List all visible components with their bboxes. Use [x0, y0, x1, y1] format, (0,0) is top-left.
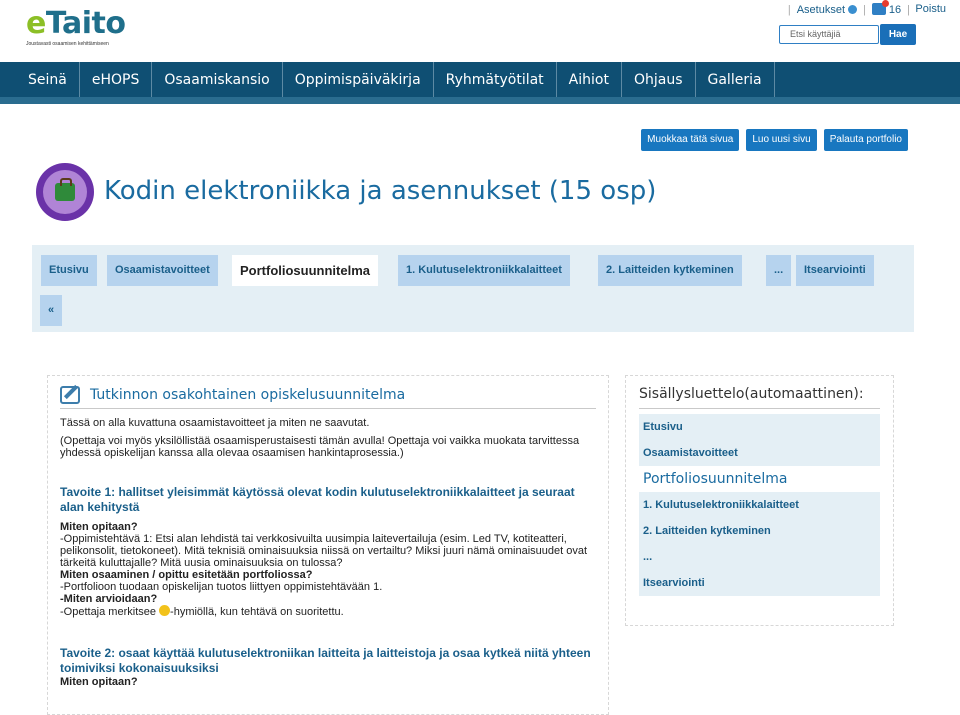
tab-more[interactable]: ...: [766, 255, 792, 286]
toc-item-laitteiden-kytkeminen[interactable]: 2. Laitteiden kytkeminen: [639, 518, 880, 544]
nav-item-galleria[interactable]: Galleria: [696, 62, 775, 97]
nav-item-ryhmatyotilat[interactable]: Ryhmätyötilat: [434, 62, 557, 97]
toc-item-more[interactable]: ...: [639, 544, 880, 570]
portfolio-presentation-heading: Miten osaaminen / opittu esitetään portf…: [60, 569, 313, 581]
nav-item-osaamiskansio[interactable]: Osaamiskansio: [152, 62, 283, 97]
new-page-button[interactable]: Luo uusi sivu: [746, 129, 817, 151]
toc-item-itsearviointi[interactable]: Itsearviointi: [639, 570, 880, 596]
top-header: eTaito Joustavasti osaamisen kehittämise…: [0, 0, 960, 62]
logo-letter-e: e: [26, 6, 46, 41]
portfolio-presentation-text: -Portfolioon tuodaan opiskelijan tuotos …: [60, 581, 383, 593]
learning-task-text: -Oppimistehtävä 1: Etsi alan lehdistä ta…: [60, 533, 588, 569]
submit-portfolio-button[interactable]: Palauta portfolio: [823, 129, 908, 151]
how-learned-heading-2: Miten opitaan?: [60, 676, 138, 688]
settings-link[interactable]: Asetukset: [797, 4, 858, 16]
nav-item-ohjaus[interactable]: Ohjaus: [622, 62, 696, 97]
goal-1-heading: Tavoite 1: hallitset yleisimmät käytössä…: [60, 485, 575, 514]
top-links: | Asetukset | 16 |: [782, 0, 916, 16]
toc-item-kulutuselektroniikkalaitteet[interactable]: 1. Kulutuselektroniikkalaitteet: [639, 492, 880, 518]
logo-tagline: Joustavasti osaamisen kehittämiseen: [26, 41, 109, 47]
table-of-contents: Sisällysluettelo(automaattinen): Etusivu…: [625, 375, 894, 626]
portfolio-bag-icon: [36, 163, 94, 221]
tabs-collapse-button[interactable]: «: [40, 295, 63, 326]
logo-word-taito: Taito: [45, 6, 126, 41]
messages-link[interactable]: 16: [871, 0, 902, 16]
nav-item-oppimispaivakirja[interactable]: Oppimispäiväkirja: [283, 62, 434, 97]
tab-osaamistavoitteet[interactable]: Osaamistavoitteet: [107, 255, 218, 286]
assessment-heading: -Miten arvioidaan?: [60, 593, 158, 605]
nav-item-aihiot[interactable]: Aihiot: [557, 62, 622, 97]
edit-icon: [60, 386, 80, 404]
tab-kulutuselektroniikkalaitteet[interactable]: 1. Kulutuselektroniikkalaitteet: [398, 255, 570, 286]
page-title: Kodin elektroniikka ja asennukset (15 os…: [104, 176, 657, 206]
message-icon: [871, 0, 889, 15]
gear-icon: [848, 4, 858, 14]
nav-item-seina[interactable]: Seinä: [16, 62, 80, 97]
how-learned-heading: Miten opitaan?: [60, 521, 138, 533]
goal-2-heading: Tavoite 2: osaat käyttää kulutuselektron…: [60, 646, 591, 675]
toc-item-osaamistavoitteet[interactable]: Osaamistavoitteet: [639, 440, 880, 466]
logout-link[interactable]: Poistu: [915, 3, 946, 15]
nav-item-ehops[interactable]: eHOPS: [80, 62, 153, 97]
intro-text: Tässä on alla kuvattuna osaamistavoittee…: [60, 417, 370, 429]
page-actions: Muokkaa tätä sivua Luo uusi sivu Palauta…: [641, 129, 908, 151]
teacher-note: (Opettaja voi myös yksilöllistää osaamis…: [60, 435, 580, 459]
assessment-text: -Opettaja merkitsee -hymiöllä, kun tehtä…: [60, 605, 344, 618]
toc-item-etusivu[interactable]: Etusivu: [639, 414, 880, 440]
etaito-logo[interactable]: eTaito Joustavasti osaamisen kehittämise…: [26, 6, 126, 48]
study-plan-section: Tutkinnon osakohtainen opiskelusuunnitel…: [47, 375, 609, 715]
toc-item-portfoliosuunnitelma[interactable]: Portfoliosuunnitelma: [639, 466, 880, 492]
messages-count: 16: [888, 4, 902, 16]
tab-etusivu[interactable]: Etusivu: [41, 255, 97, 286]
tab-laitteiden-kytkeminen[interactable]: 2. Laitteiden kytkeminen: [598, 255, 742, 286]
tab-itsearviointi[interactable]: Itsearviointi: [796, 255, 874, 286]
toc-title: Sisällysluettelo(automaattinen):: [639, 386, 880, 409]
search-button[interactable]: Hae: [880, 24, 916, 45]
main-nav: Seinä eHOPS Osaamiskansio Oppimispäiväki…: [0, 62, 960, 104]
section-title: Tutkinnon osakohtainen opiskelusuunnitel…: [90, 387, 406, 403]
user-search-input[interactable]: Etsi käyttäjiä: [779, 25, 879, 44]
smiley-icon: [159, 605, 171, 616]
portfolio-tabs: Etusivu Osaamistavoitteet Portfoliosuunn…: [32, 245, 914, 332]
edit-page-button[interactable]: Muokkaa tätä sivua: [641, 129, 740, 151]
tab-portfoliosuunnitelma[interactable]: Portfoliosuunnitelma: [232, 255, 378, 286]
